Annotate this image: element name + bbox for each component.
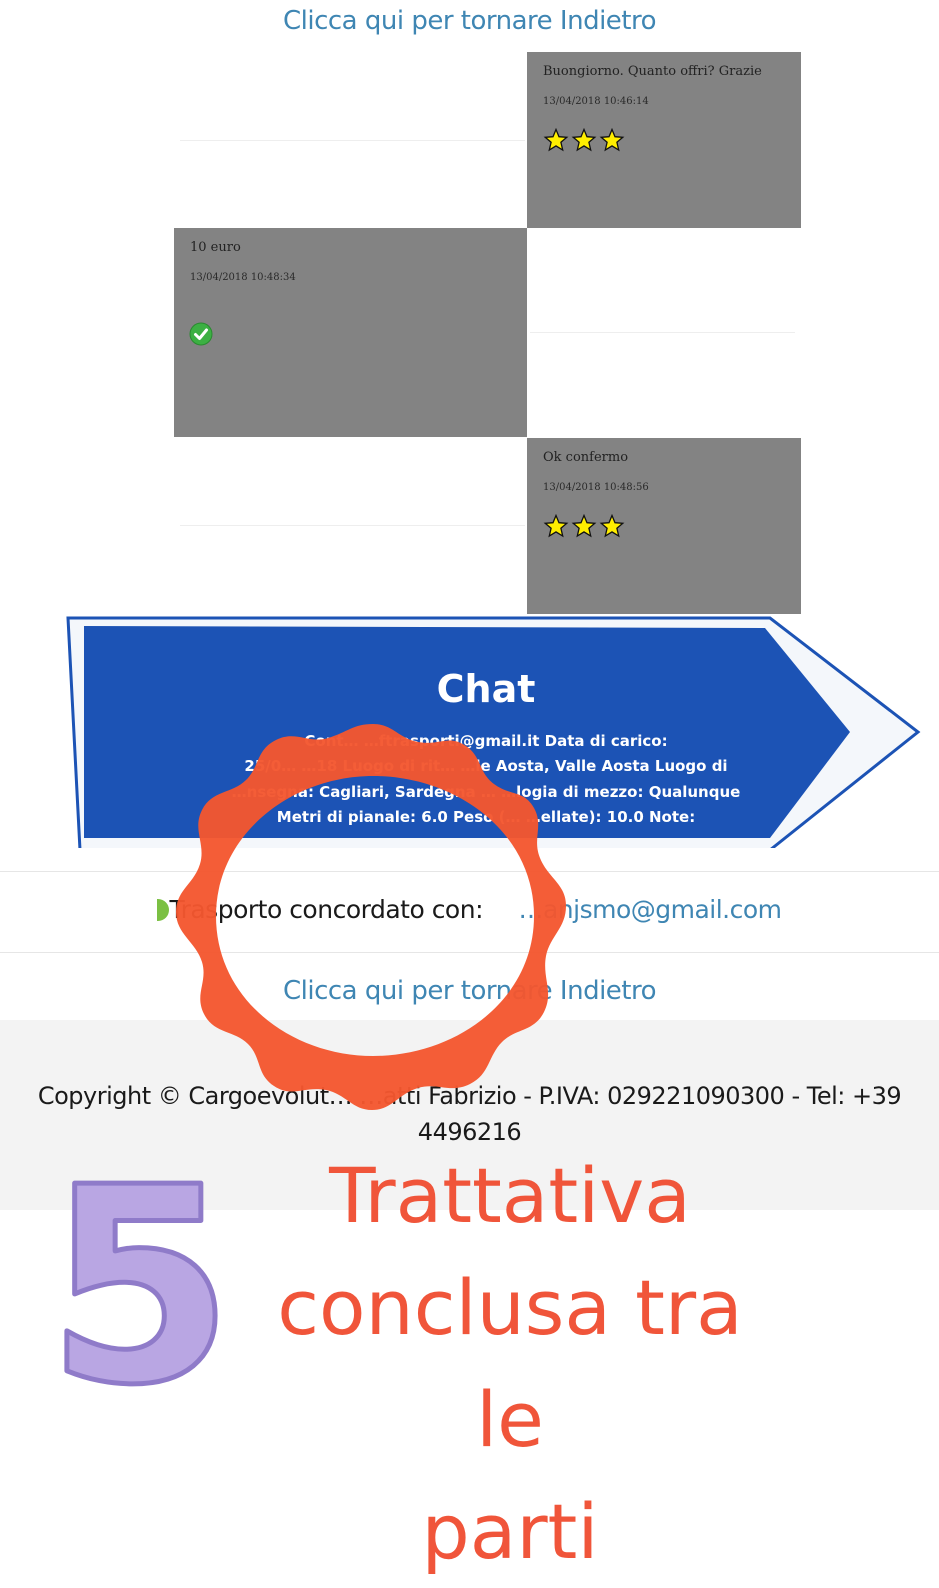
star-icon bbox=[571, 128, 597, 152]
star-icon bbox=[543, 514, 569, 538]
star-icon bbox=[599, 128, 625, 152]
caption-line: conclusa tra le bbox=[277, 1263, 743, 1464]
back-link-top[interactable]: Clicca qui per tornare Indietro bbox=[0, 6, 939, 36]
chat-message: 10 euro 13/04/2018 10:48:34 bbox=[174, 228, 527, 437]
step-number-badge: 5 bbox=[44, 1160, 237, 1410]
star-icon bbox=[543, 128, 569, 152]
rating-stars[interactable] bbox=[543, 514, 627, 542]
step-caption: Trattativa conclusa tra le parti bbox=[240, 1140, 780, 1588]
caption-line: Trattativa bbox=[329, 1151, 691, 1240]
annotation-circle bbox=[176, 724, 566, 1110]
divider bbox=[180, 525, 525, 526]
rating-stars[interactable] bbox=[543, 128, 627, 156]
message-timestamp: 13/04/2018 10:48:34 bbox=[190, 272, 296, 283]
check-icon bbox=[189, 322, 213, 350]
message-timestamp: 13/04/2018 10:48:56 bbox=[543, 482, 649, 493]
message-timestamp: 13/04/2018 10:46:14 bbox=[543, 96, 649, 107]
message-text: Ok confermo bbox=[543, 450, 629, 465]
divider bbox=[180, 140, 525, 141]
caption-line: parti bbox=[421, 1487, 599, 1576]
message-text: 10 euro bbox=[190, 240, 241, 255]
star-icon bbox=[599, 514, 625, 538]
chat-title: Chat bbox=[437, 667, 536, 711]
step-number: 5 bbox=[46, 1160, 234, 1410]
message-text: Buongiorno. Quanto offri? Grazie bbox=[543, 64, 762, 79]
star-icon bbox=[571, 514, 597, 538]
chat-message: Buongiorno. Quanto offri? Grazie 13/04/2… bbox=[527, 52, 801, 228]
divider bbox=[530, 332, 795, 333]
chat-message: Ok confermo 13/04/2018 10:48:56 bbox=[527, 438, 801, 614]
